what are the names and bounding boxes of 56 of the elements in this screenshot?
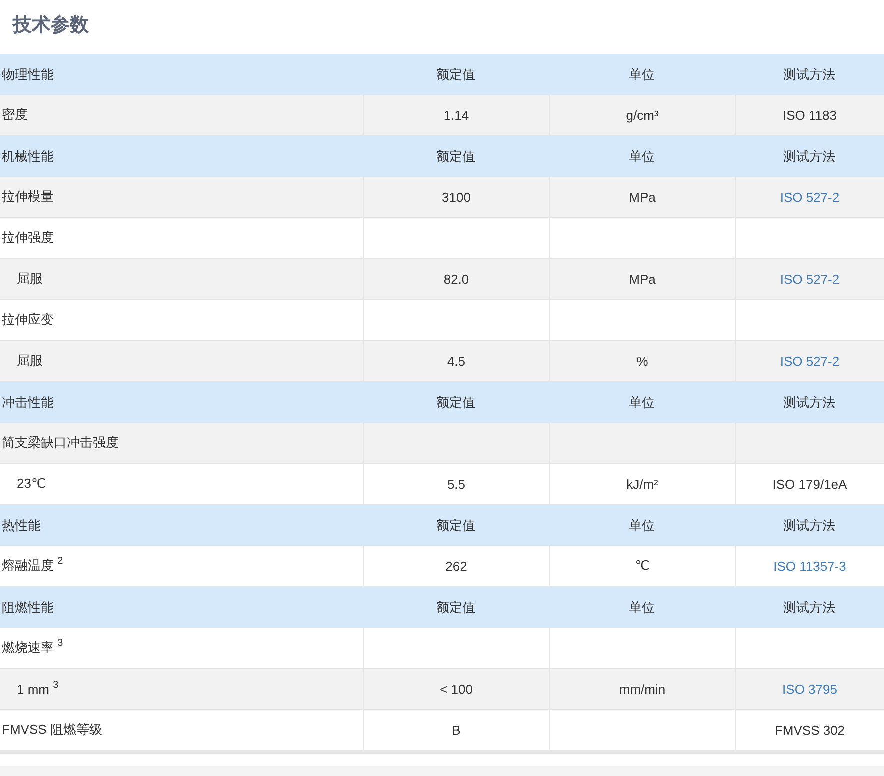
standard-link[interactable]: ISO 527-2 <box>780 272 840 286</box>
header-cell: 测试方法 <box>784 394 836 412</box>
table-cell: 拉伸模量 <box>2 188 54 206</box>
table-cell: 262 <box>446 558 468 574</box>
header-cell: 单位 <box>629 598 655 616</box>
table-cell: 屈服 <box>17 352 43 370</box>
table-cell: g/cm³ <box>626 108 659 122</box>
standard-link[interactable]: ISO 11357-3 <box>774 558 846 574</box>
table-cell: mm/min <box>619 682 666 696</box>
table-cell: 3100 <box>442 190 471 204</box>
table-cell: 5.5 <box>447 476 466 492</box>
table-cell: ℃ <box>635 558 650 574</box>
table-cell: FMVSS 阻燃等级 <box>2 721 102 739</box>
header-cell: 热性能 <box>2 516 41 534</box>
section-title: 技术参数 <box>12 14 90 38</box>
table-cell: ISO 1183 <box>783 108 837 122</box>
header-cell: 机械性能 <box>2 148 54 166</box>
header-cell: 单位 <box>629 394 655 412</box>
header-cell: 阻燃性能 <box>2 598 54 616</box>
header-cell: 单位 <box>629 516 655 534</box>
table-cell: 82.0 <box>444 272 470 286</box>
table-cell: 密度 <box>2 106 28 124</box>
table-cell: 1.14 <box>444 108 470 122</box>
header-cell: 测试方法 <box>784 516 836 534</box>
header-cell: 测试方法 <box>784 598 836 616</box>
table-cell: % <box>636 354 648 368</box>
table-cell: 1 mm $^{3}$ <box>17 682 59 696</box>
header-cell: 额定值 <box>436 516 476 534</box>
table-cell: 拉伸应变 <box>2 311 54 329</box>
table-cell: < 100 <box>440 682 473 696</box>
standard-link[interactable]: ISO 527-2 <box>780 354 840 368</box>
table-cell: 4.5 <box>447 354 466 368</box>
table-cell: MPa <box>629 190 656 204</box>
table-cell: ISO 179/1eA <box>772 476 848 492</box>
standard-link[interactable]: ISO 527-2 <box>780 190 840 204</box>
header-cell: 额定值 <box>436 148 476 166</box>
header-cell: 测试方法 <box>784 66 836 84</box>
table-cell: 拉伸强度 <box>2 229 54 247</box>
header-cell: 测试方法 <box>784 148 836 166</box>
table-cell: 屈服 <box>17 270 43 288</box>
table-cell: MPa <box>629 272 656 286</box>
table-cell: kJ/m² <box>626 476 658 492</box>
header-cell: 物理性能 <box>2 66 54 84</box>
table-cell: 熔融温度 $^{2}$ <box>2 557 64 575</box>
table-cell: FMVSS 302 <box>774 722 846 738</box>
header-cell: 额定值 <box>436 598 476 616</box>
header-cell: 冲击性能 <box>2 394 54 412</box>
header-cell: 额定值 <box>436 66 476 84</box>
table-cell: 燃烧速率 $^{3}$ <box>2 639 64 657</box>
standard-link[interactable]: ISO 3795 <box>782 682 838 696</box>
table-cell: 23℃ <box>17 476 46 492</box>
header-cell: 单位 <box>629 148 655 166</box>
table-cell: B <box>452 722 461 738</box>
table-cell: 简支梁缺口冲击强度 <box>2 434 119 452</box>
header-cell: 额定值 <box>436 394 476 412</box>
header-cell: 单位 <box>629 66 655 84</box>
